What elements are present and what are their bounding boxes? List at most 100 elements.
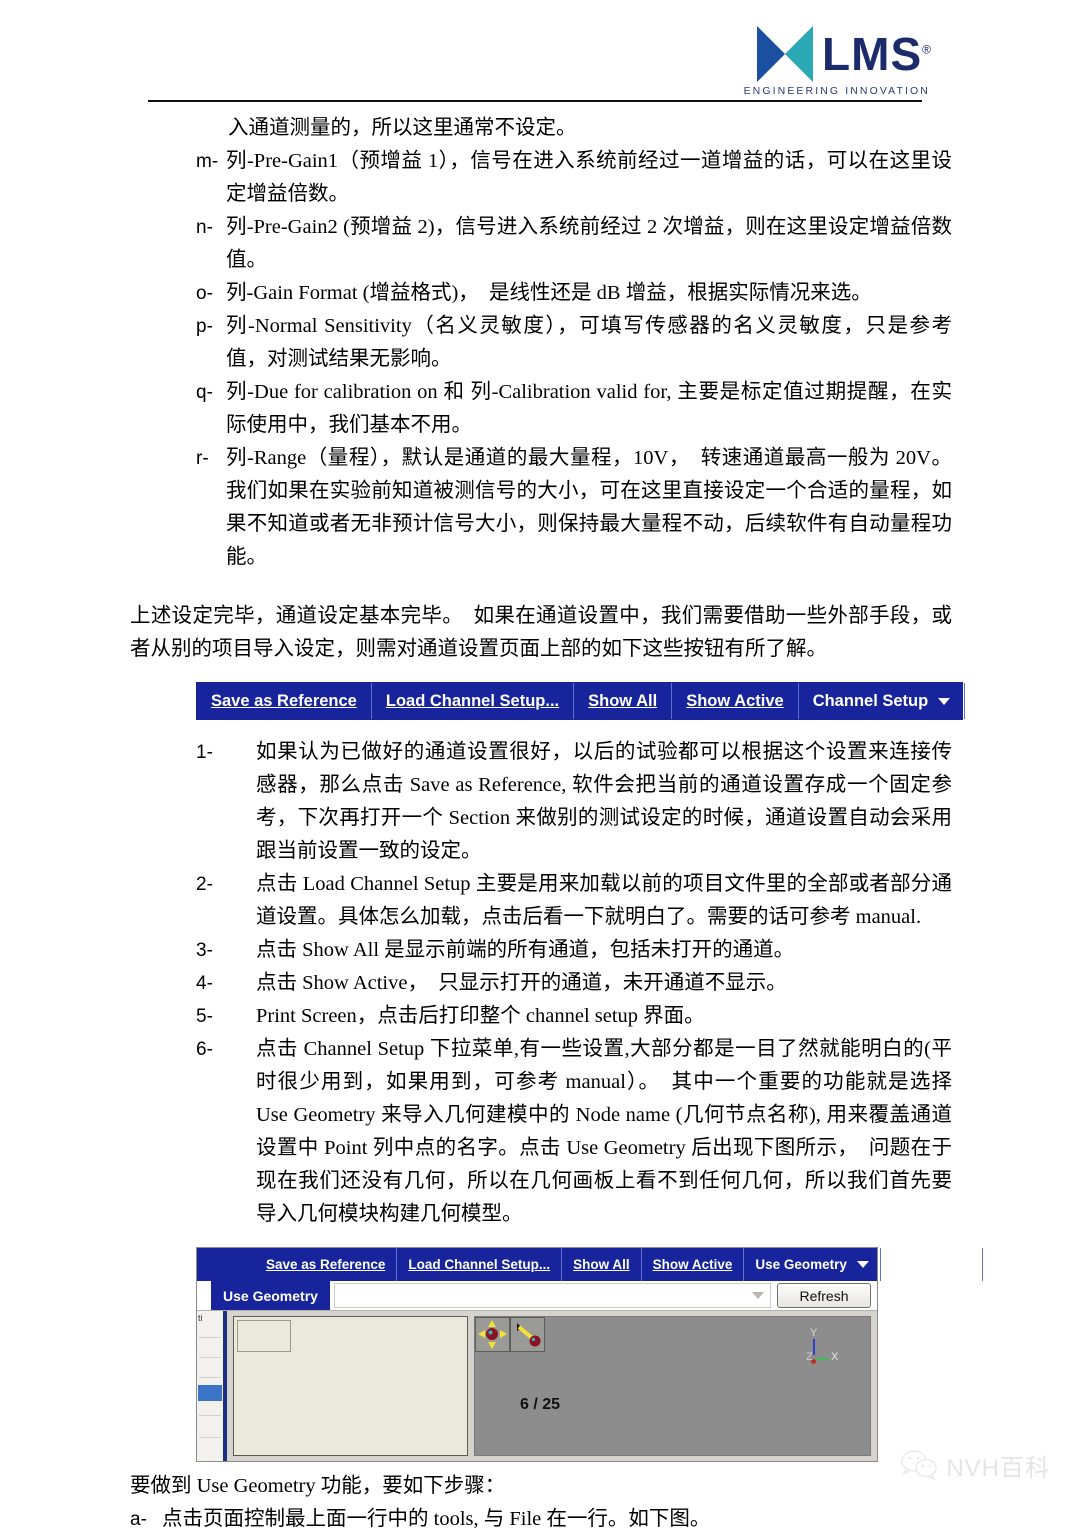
rotate-tool-icon[interactable]	[510, 1317, 545, 1352]
figure-channel-setup-toolbar: Save as Reference Load Channel Setup... …	[0, 682, 1080, 720]
list-item-text: 点击页面控制最上面一行中的 tools, 与 File 在一行。如下图。	[162, 1508, 711, 1530]
list-marker: 1-	[196, 742, 213, 763]
geometry-select-input[interactable]	[333, 1283, 771, 1308]
list-marker: n-	[196, 217, 213, 238]
tab-use-geometry[interactable]: Use Geometry	[211, 1281, 330, 1310]
help-icon: ?	[995, 1253, 1018, 1276]
logo-tagline: ENGINEERING INNOVATION	[743, 85, 930, 97]
divider	[199, 1357, 221, 1358]
list-item: 3- 点击 Show All 是显示前端的所有通道，包括未打开的通道。	[0, 934, 1080, 967]
toolbar-button-print-screen[interactable]: Print Screen	[881, 1248, 984, 1281]
list-marker: q-	[196, 382, 213, 403]
list-item-text: 点击 Show All 是显示前端的所有通道，包括未打开的通道。	[256, 939, 795, 961]
toolbar-label: Load Channel Setup...	[385, 691, 560, 710]
toolbar-button-print-screen[interactable]: Print Screen	[965, 683, 1080, 719]
axis-label-z: Z	[806, 1351, 813, 1363]
intro-paragraph: 上述设定完毕，通道设定基本完毕。 如果在通道设置中，我们需要借助一些外部手段，或…	[130, 605, 952, 660]
list-item: o- 列-Gain Format (增益格式)， 是线性还是 dB 增益，根据实…	[0, 277, 1080, 310]
list-marker: m-	[196, 151, 219, 172]
toolbar-dropdown-use-geometry[interactable]: Use Geometry	[744, 1248, 881, 1281]
list-item: a- 点击页面控制最上面一行中的 tools, 与 File 在一行。如下图。	[0, 1503, 1080, 1536]
list-item-text: 列-Pre-Gain1（预增益 1），信号在进入系统前经过一道增益的话，可以在这…	[226, 150, 952, 205]
toolbar-label: Print Screen	[891, 1257, 972, 1272]
list-item: p- 列-Normal Sensitivity（名义灵敏度），可填写传感器的名义…	[0, 310, 1080, 376]
list-item-text: 点击 Show Active， 只显示打开的通道，未开通道不显示。	[256, 972, 787, 994]
list-item: r- 列-Range（量程），默认是通道的最大量程，10V， 转速通道最高一般为…	[0, 442, 1080, 574]
divider	[199, 1337, 221, 1338]
list-marker: p-	[196, 316, 213, 337]
header-divider	[148, 100, 922, 102]
lms-toolbar: Save as Reference Load Channel Setup... …	[196, 682, 1076, 720]
list-marker: 2-	[196, 874, 213, 895]
list-item: n- 列-Pre-Gain2 (预增益 2)，信号进入系统前经过 2 次增益，则…	[0, 211, 1080, 277]
lms-logo: LMS® ENGINEERING INNOVATION	[744, 26, 932, 97]
divider	[199, 1377, 221, 1378]
toolbar-button-show-all[interactable]: Show All	[574, 683, 673, 719]
list-item-text: 点击 Channel Setup 下拉菜单,有一些设置,大部分都是一目了然就能明…	[256, 1038, 952, 1225]
toolbar-label: Show Active	[686, 691, 784, 710]
document-content: 入通道测量的，所以这里通常不设定。 m- 列-Pre-Gain1（预增益 1），…	[0, 112, 1080, 1536]
numbered-list: 1- 如果认为已做好的通道设置很好，以后的试验都可以根据这个设置来连接传感器，那…	[0, 736, 1080, 1231]
list-item: 6- 点击 Channel Setup 下拉菜单,有一些设置,大部分都是一目了然…	[0, 1033, 1080, 1231]
list-marker: 6-	[196, 1039, 213, 1060]
viewport-toolbar	[475, 1317, 545, 1352]
toolbar-button-show-active[interactable]: Show Active	[642, 1248, 745, 1281]
divider	[199, 1415, 221, 1416]
list-item-text: 列-Normal Sensitivity（名义灵敏度），可填写传感器的名义灵敏度…	[226, 315, 952, 370]
toolbar-label: Show All	[588, 691, 658, 710]
divider	[199, 1437, 221, 1438]
list-item: 1- 如果认为已做好的通道设置很好，以后的试验都可以根据这个设置来连接传感器，那…	[0, 736, 1080, 868]
lms-toolbar: Save as Reference Load Channel Setup... …	[197, 1248, 1018, 1281]
continued-sentence: 入通道测量的，所以这里通常不设定。	[228, 117, 577, 139]
toolbar-label: Print Screen	[979, 691, 1077, 710]
axis-y-arrow	[813, 1339, 815, 1355]
toolbar-button-load-channel-setup[interactable]: Load Channel Setup...	[397, 1248, 563, 1281]
registered-mark-icon: ®	[922, 42, 932, 57]
list-marker: 5-	[196, 1006, 213, 1027]
list-item: 4- 点击 Show Active， 只显示打开的通道，未开通道不显示。	[0, 967, 1080, 1000]
left-nav-strip[interactable]: ti	[197, 1311, 227, 1461]
figure-use-geometry-window: Save as Reference Load Channel Setup... …	[196, 1247, 1018, 1462]
toolbar-label: Show All	[573, 1257, 630, 1272]
list-item: 2- 点击 Load Channel Setup 主要是用来加载以前的项目文件里…	[0, 868, 1080, 934]
geometry-viewport[interactable]: Y Z X	[474, 1316, 871, 1456]
lettered-list: m- 列-Pre-Gain1（预增益 1），信号在进入系统前经过一道增益的话，可…	[0, 145, 1080, 574]
list-marker: r-	[196, 448, 209, 469]
logo-row: LMS®	[757, 26, 932, 82]
watermark-text: NVH百科	[946, 1455, 1050, 1482]
list-item-text: 列-Pre-Gain2 (预增益 2)，信号进入系统前经过 2 次增益，则在这里…	[226, 216, 952, 271]
logo-wordmark: LMS®	[822, 31, 932, 77]
list-item-text: 列-Gain Format (增益格式)， 是线性还是 dB 增益，根据实际情况…	[226, 282, 872, 304]
toolbar-button-save-as-reference[interactable]: Save as Reference	[197, 683, 372, 719]
strip-label: ti	[198, 1313, 203, 1323]
list-item-text: 点击 Load Channel Setup 主要是用来加载以前的项目文件里的全部…	[256, 873, 952, 928]
toolbar-label: Save as Reference	[211, 691, 357, 710]
refresh-button[interactable]: Refresh	[777, 1283, 871, 1308]
node-list-panel[interactable]	[233, 1316, 468, 1456]
list-marker: 3-	[196, 940, 213, 961]
toolbar-label: Channel Setup	[812, 691, 929, 710]
toolbar-button-load-channel-setup[interactable]: Load Channel Setup...	[372, 683, 575, 719]
toolbar-label: Save as Reference	[266, 1257, 386, 1272]
toolbar-button-save-as-reference[interactable]: Save as Reference	[255, 1248, 398, 1281]
wechat-icon	[901, 1449, 938, 1481]
list-header-cell	[237, 1320, 291, 1352]
toolbar-button-help[interactable]: ?	[983, 1248, 1029, 1281]
axis-x-arrow	[815, 1358, 829, 1360]
axis-triad-icon: Y Z X	[798, 1327, 844, 1371]
list-item-text: Print Screen，点击后打印整个 channel setup 界面。	[256, 1005, 705, 1027]
list-item: m- 列-Pre-Gain1（预增益 1），信号在进入系统前经过一道增益的话，可…	[0, 145, 1080, 211]
pan-tool-icon[interactable]	[475, 1317, 510, 1352]
toolbar-dropdown-channel-setup[interactable]: Channel Setup	[799, 683, 966, 719]
toolbar-button-show-active[interactable]: Show Active	[672, 683, 799, 719]
watermark: NVH百科	[900, 1448, 1050, 1483]
chevron-down-icon	[752, 1292, 764, 1299]
use-geometry-tab-row: Use Geometry Refresh	[197, 1281, 877, 1311]
toolbar-button-show-all[interactable]: Show All	[562, 1248, 642, 1281]
list-marker: a-	[130, 1509, 147, 1530]
chevron-down-icon	[938, 697, 951, 705]
use-geometry-body: ti Y Z X	[197, 1311, 877, 1461]
list-item-text: 列-Range（量程），默认是通道的最大量程，10V， 转速通道最高一般为 20…	[226, 447, 952, 568]
